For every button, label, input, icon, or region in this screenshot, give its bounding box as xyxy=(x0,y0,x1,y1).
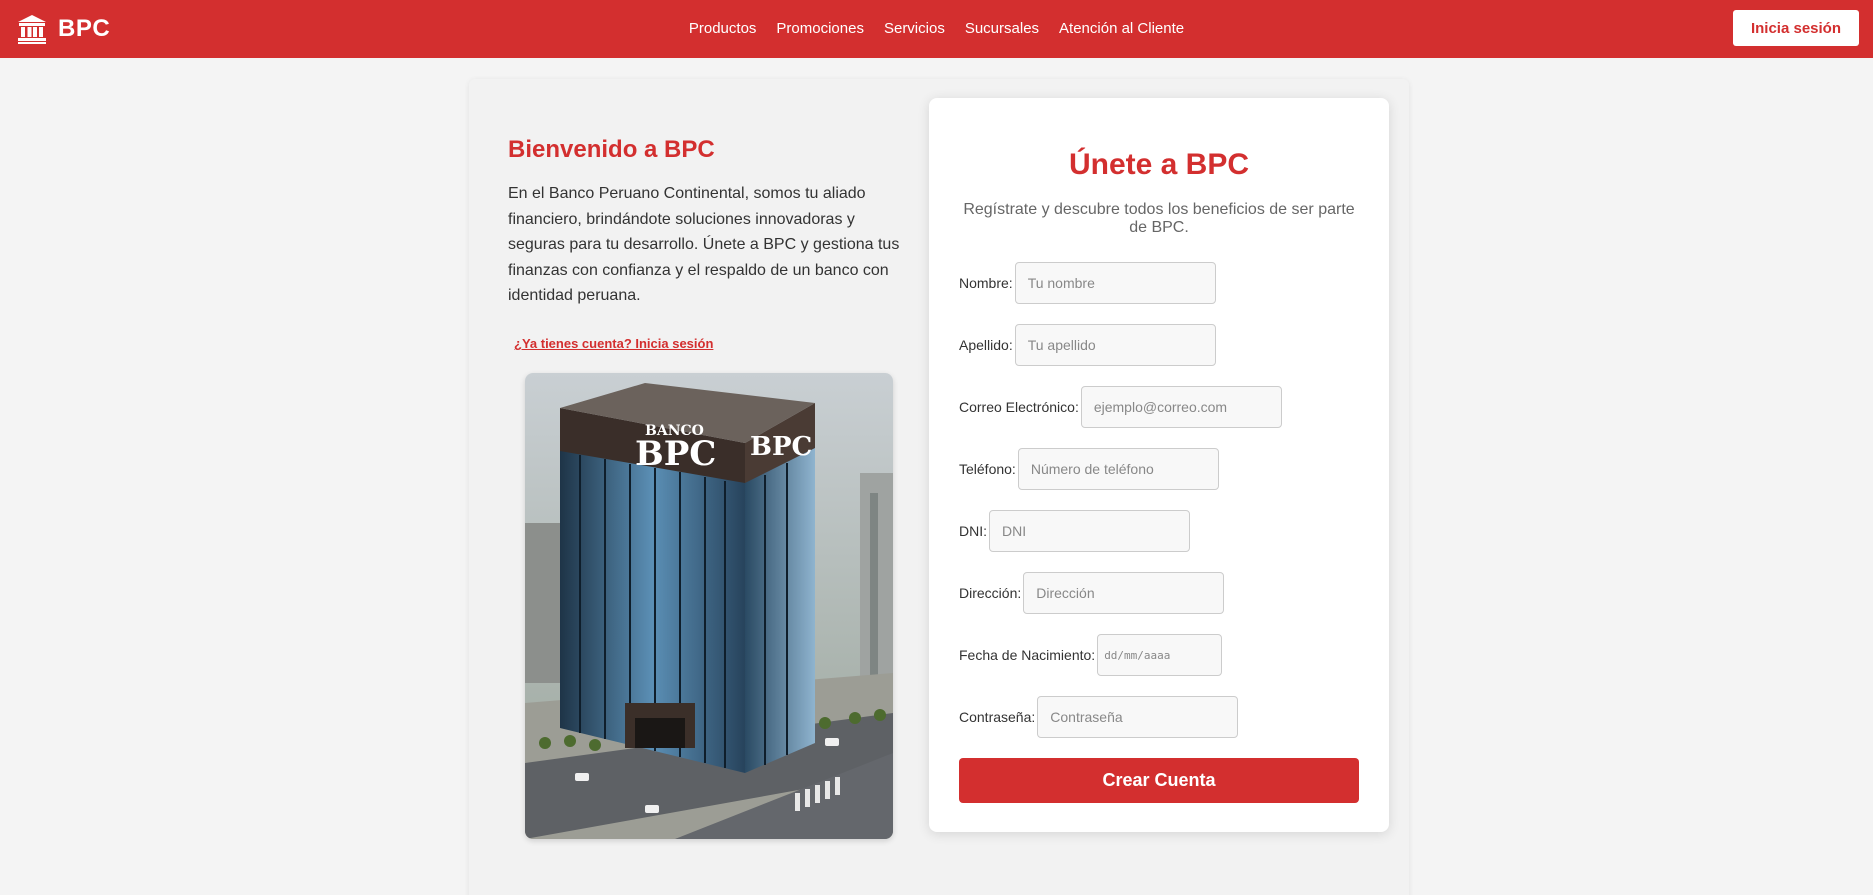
nav-item-atencion-cliente[interactable]: Atención al Cliente xyxy=(1049,0,1194,58)
birthdate-input[interactable] xyxy=(1097,634,1223,676)
brand-name: BPC xyxy=(58,15,111,42)
phone-field-group: Teléfono: xyxy=(959,448,1219,490)
birthdate-field-group: Fecha de Nacimiento: xyxy=(959,634,1223,676)
top-navbar: BPC Productos Promociones Servicios Sucu… xyxy=(0,0,1873,58)
first-name-label: Nombre: xyxy=(959,275,1013,291)
password-field-group: Contraseña: xyxy=(959,696,1239,738)
login-button[interactable]: Inicia sesión xyxy=(1733,10,1859,46)
main-nav: Productos Promociones Servicios Sucursal… xyxy=(0,0,1873,58)
email-label: Correo Electrónico: xyxy=(959,399,1079,415)
nav-item-sucursales[interactable]: Sucursales xyxy=(955,0,1049,58)
bank-icon xyxy=(18,15,46,44)
welcome-text: En el Banco Peruano Continental, somos t… xyxy=(508,185,900,304)
address-input[interactable] xyxy=(1023,572,1225,614)
dni-label: DNI: xyxy=(959,523,987,539)
birthdate-label: Fecha de Nacimiento: xyxy=(959,647,1096,663)
bank-building-image: BANCO BPC BPC xyxy=(525,373,893,839)
create-account-button[interactable]: Crear Cuenta xyxy=(959,758,1359,803)
building-sign-side: BPC xyxy=(750,432,812,462)
welcome-section: Bienvenido a BPC En el Banco Peruano Con… xyxy=(508,136,908,309)
dni-input[interactable] xyxy=(989,510,1190,552)
first-name-field-group: Nombre: xyxy=(959,262,1216,304)
dni-field-group: DNI: xyxy=(959,510,1190,552)
email-field-group: Correo Electrónico: xyxy=(959,386,1282,428)
email-input[interactable] xyxy=(1080,386,1282,428)
nav-item-servicios[interactable]: Servicios xyxy=(874,0,955,58)
address-field-group: Dirección: xyxy=(959,572,1225,614)
welcome-title: Bienvenido a BPC xyxy=(508,136,715,163)
first-name-input[interactable] xyxy=(1014,262,1216,304)
last-name-input[interactable] xyxy=(1014,324,1216,366)
registration-form: Únete a BPC Regístrate y descubre todos … xyxy=(929,98,1389,832)
password-input[interactable] xyxy=(1037,696,1239,738)
last-name-field-group: Apellido: xyxy=(959,324,1216,366)
have-account-login-link[interactable]: ¿Ya tienes cuenta? Inicia sesión xyxy=(514,336,713,351)
nav-item-promociones[interactable]: Promociones xyxy=(766,0,874,58)
address-label: Dirección: xyxy=(959,585,1022,601)
brand-logo[interactable]: BPC xyxy=(16,11,110,47)
phone-input[interactable] xyxy=(1017,448,1219,490)
phone-label: Teléfono: xyxy=(959,461,1016,477)
nav-item-productos[interactable]: Productos xyxy=(679,0,767,58)
last-name-label: Apellido: xyxy=(959,337,1013,353)
building-sign-main: BPC xyxy=(635,434,716,474)
form-subtitle: Regístrate y descubre todos los benefici… xyxy=(963,201,1355,236)
password-label: Contraseña: xyxy=(959,709,1036,725)
form-title: Únete a BPC xyxy=(1068,148,1250,181)
